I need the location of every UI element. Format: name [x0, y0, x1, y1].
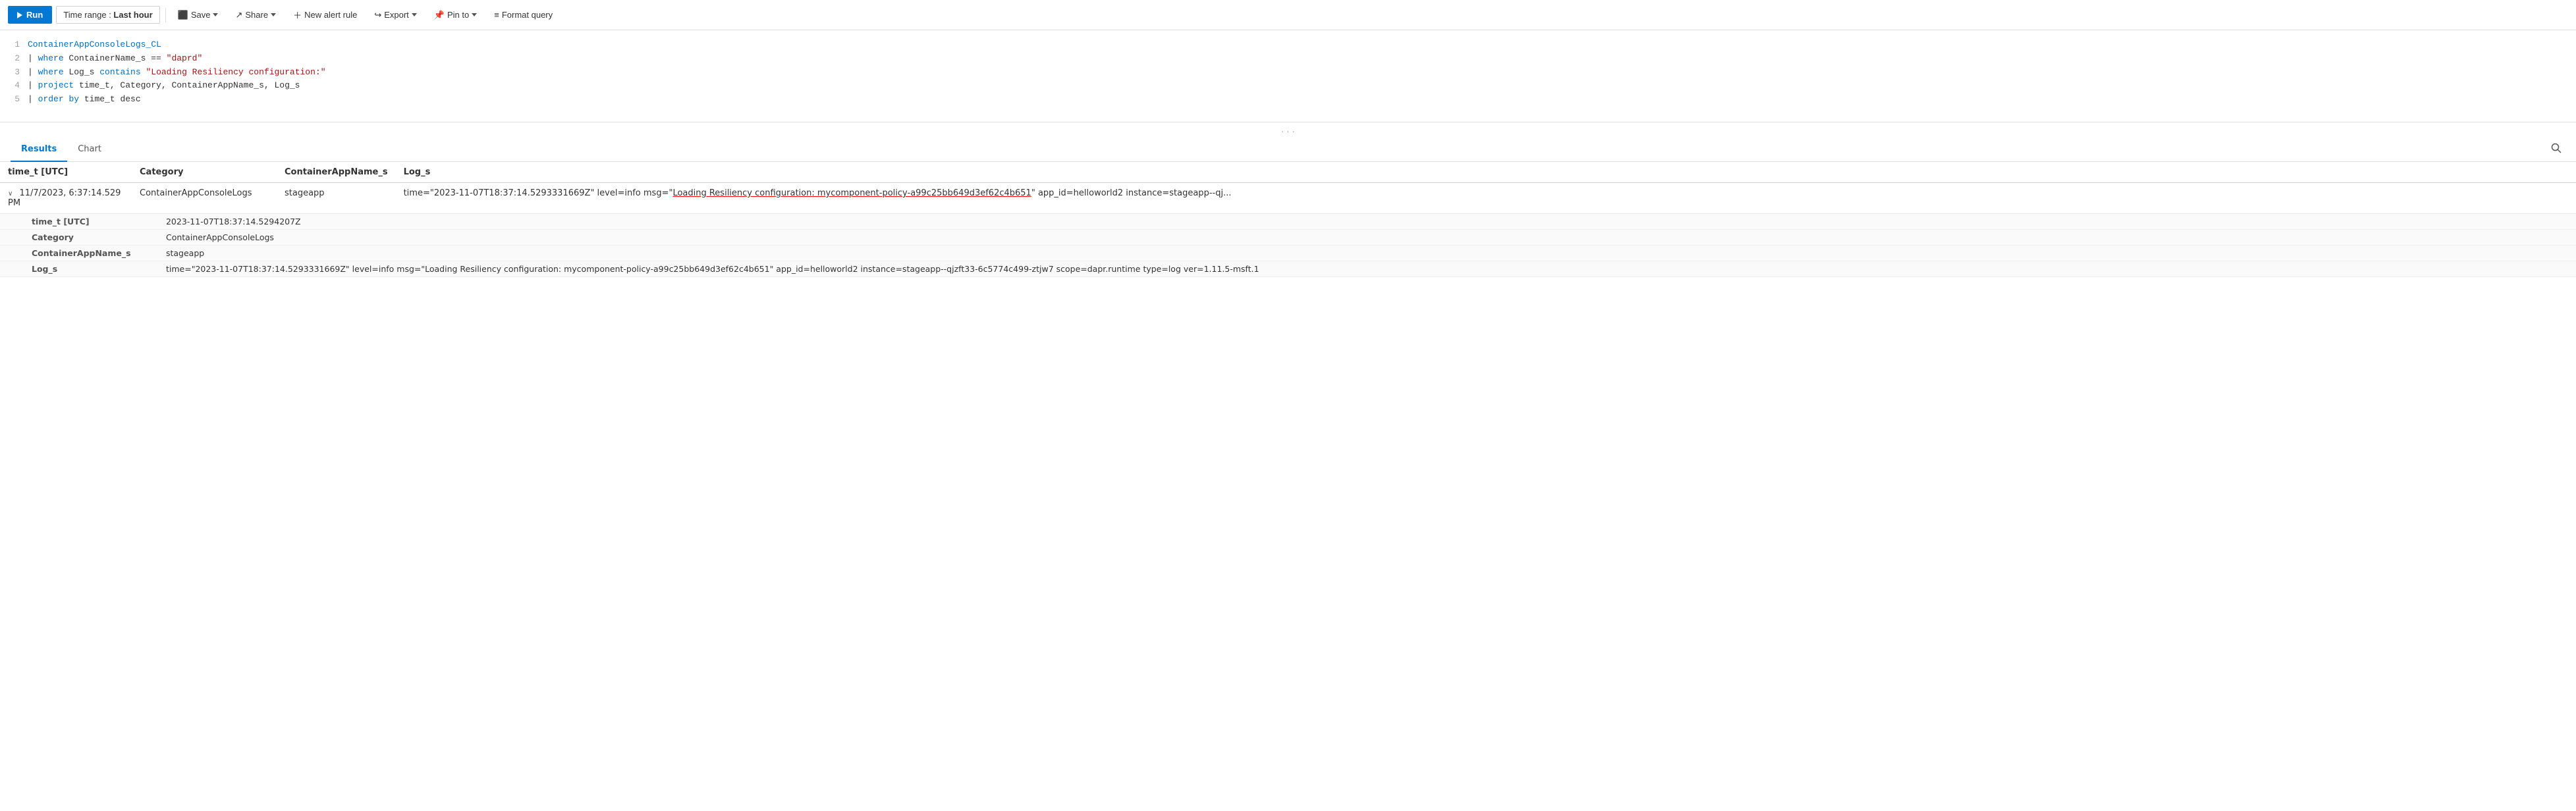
toolbar-divider-1: [165, 8, 166, 22]
expanded-row-log: Log_s time="2023-11-07T18:37:14.52933316…: [0, 261, 2576, 277]
run-label: Run: [26, 10, 43, 20]
run-button[interactable]: Run: [8, 6, 52, 24]
export-chevron-icon: [412, 13, 417, 16]
pin-to-button[interactable]: 📌 Pin to: [427, 7, 483, 24]
save-icon: ⬛: [178, 10, 188, 20]
new-alert-label: New alert rule: [304, 10, 357, 20]
result-time-cell: ∨ 11/7/2023, 6:37:14.529 PM: [0, 183, 132, 214]
share-icon: ↗: [235, 10, 242, 20]
pin-chevron-icon: [472, 13, 477, 16]
tabs-bar: Results Chart: [0, 138, 2576, 162]
export-icon: ↪: [374, 10, 381, 20]
code-line-1: 1 ContainerAppConsoleLogs_CL: [11, 38, 2565, 52]
results-area: time_t [UTC] Category ContainerAppName_s…: [0, 162, 2576, 277]
pin-to-label: Pin to: [447, 10, 469, 20]
expand-row-icon[interactable]: ∨: [8, 190, 13, 197]
tab-chart[interactable]: Chart: [67, 138, 112, 162]
code-editor[interactable]: 1 ContainerAppConsoleLogs_CL 2 | where C…: [0, 30, 2576, 122]
toolbar: Run Time range : Last hour ⬛ Save ↗ Shar…: [0, 0, 2576, 30]
save-button[interactable]: ⬛ Save: [171, 7, 225, 24]
code-line-2: 2 | where ContainerName_s == "daprd": [11, 52, 2565, 66]
new-alert-button[interactable]: ＋ New alert rule: [287, 5, 364, 24]
table-row: ∨ 11/7/2023, 6:37:14.529 PM ContainerApp…: [0, 183, 2576, 214]
pin-icon: 📌: [434, 10, 445, 20]
time-range-label: Time range : Last hour: [63, 10, 152, 20]
expanded-row-category: Category ContainerAppConsoleLogs: [0, 230, 2576, 246]
save-label: Save: [191, 10, 211, 20]
share-chevron-icon: [271, 13, 276, 16]
column-header-app-name: ContainerAppName_s: [277, 162, 396, 183]
column-header-log: Log_s: [396, 162, 2576, 183]
highlight-log-text: Loading Resiliency configuration: mycomp…: [672, 188, 1031, 198]
code-line-4: 4 | project time_t, Category, ContainerA…: [11, 79, 2565, 93]
results-table: time_t [UTC] Category ContainerAppName_s…: [0, 162, 2576, 277]
export-button[interactable]: ↪ Export: [368, 7, 423, 24]
code-line-5: 5 | order by time_t desc: [11, 93, 2565, 107]
format-icon: ≡: [494, 10, 499, 20]
result-log-cell: time="2023-11-07T18:37:14.5293331669Z" l…: [396, 183, 2576, 214]
table-header-row: time_t [UTC] Category ContainerAppName_s…: [0, 162, 2576, 183]
tab-results[interactable]: Results: [11, 138, 67, 162]
expanded-row-app-name: ContainerAppName_s stageapp: [0, 246, 2576, 261]
save-chevron-icon: [213, 13, 218, 16]
search-icon[interactable]: [2547, 139, 2565, 160]
time-range-button[interactable]: Time range : Last hour: [56, 6, 159, 24]
share-button[interactable]: ↗ Share: [229, 7, 283, 24]
share-label: Share: [245, 10, 268, 20]
format-query-label: Format query: [502, 10, 553, 20]
column-header-category: Category: [132, 162, 277, 183]
format-query-button[interactable]: ≡ Format query: [487, 7, 559, 23]
code-line-3: 3 | where Log_s contains "Loading Resili…: [11, 66, 2565, 80]
run-play-icon: [17, 12, 22, 18]
editor-ellipsis: . . .: [0, 122, 2576, 138]
column-header-time: time_t [UTC]: [0, 162, 132, 183]
result-app-name-cell: stageapp: [277, 183, 396, 214]
new-alert-plus-icon: ＋: [293, 9, 302, 21]
export-label: Export: [384, 10, 409, 20]
result-category-cell: ContainerAppConsoleLogs: [132, 183, 277, 214]
expanded-row-time: time_t [UTC] 2023-11-07T18:37:14.5294207…: [0, 214, 2576, 230]
